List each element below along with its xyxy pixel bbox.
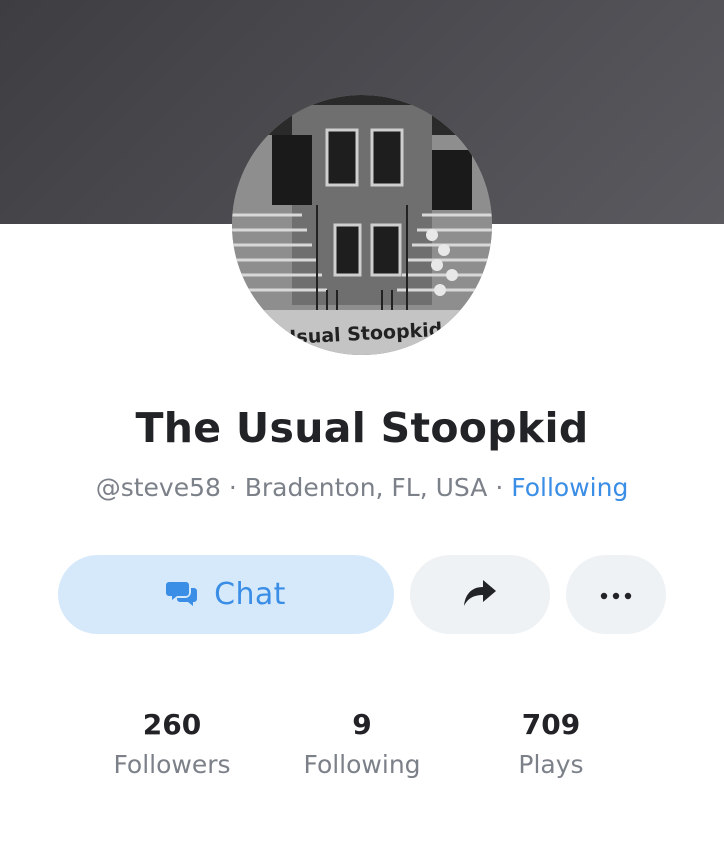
avatar-image: Usual Stoopkid bbox=[232, 95, 492, 355]
meta-separator: · bbox=[495, 473, 504, 502]
stat-value: 709 bbox=[521, 708, 581, 741]
chat-button-label: Chat bbox=[214, 577, 286, 612]
stat-label: Plays bbox=[518, 750, 584, 779]
follow-status-link[interactable]: Following bbox=[511, 473, 628, 502]
avatar[interactable]: Usual Stoopkid bbox=[232, 95, 492, 355]
stat-label: Followers bbox=[113, 750, 231, 779]
profile-name: The Usual Stoopkid bbox=[135, 404, 589, 452]
profile-handle: @steve58 bbox=[95, 473, 221, 502]
more-options-button[interactable] bbox=[566, 555, 666, 634]
profile-page: Usual Stoopkid The Usual Stoopkid @steve… bbox=[0, 0, 724, 856]
stat-label: Following bbox=[303, 750, 421, 779]
stat-followers[interactable]: 260 Followers bbox=[72, 705, 272, 785]
stat-value: 9 bbox=[352, 708, 372, 741]
profile-meta: @steve58 · Bradenton, FL, USA · Followin… bbox=[0, 473, 724, 502]
chat-bubbles-icon bbox=[166, 579, 198, 611]
meta-separator: · bbox=[228, 473, 237, 502]
stat-following[interactable]: 9 Following bbox=[262, 705, 462, 785]
chat-button[interactable]: Chat bbox=[58, 555, 394, 634]
ellipsis-icon bbox=[600, 585, 632, 604]
profile-location: Bradenton, FL, USA bbox=[244, 473, 488, 502]
stat-value: 260 bbox=[142, 708, 202, 741]
share-arrow-icon bbox=[463, 579, 497, 611]
stat-plays[interactable]: 709 Plays bbox=[451, 705, 651, 785]
share-button[interactable] bbox=[410, 555, 550, 634]
